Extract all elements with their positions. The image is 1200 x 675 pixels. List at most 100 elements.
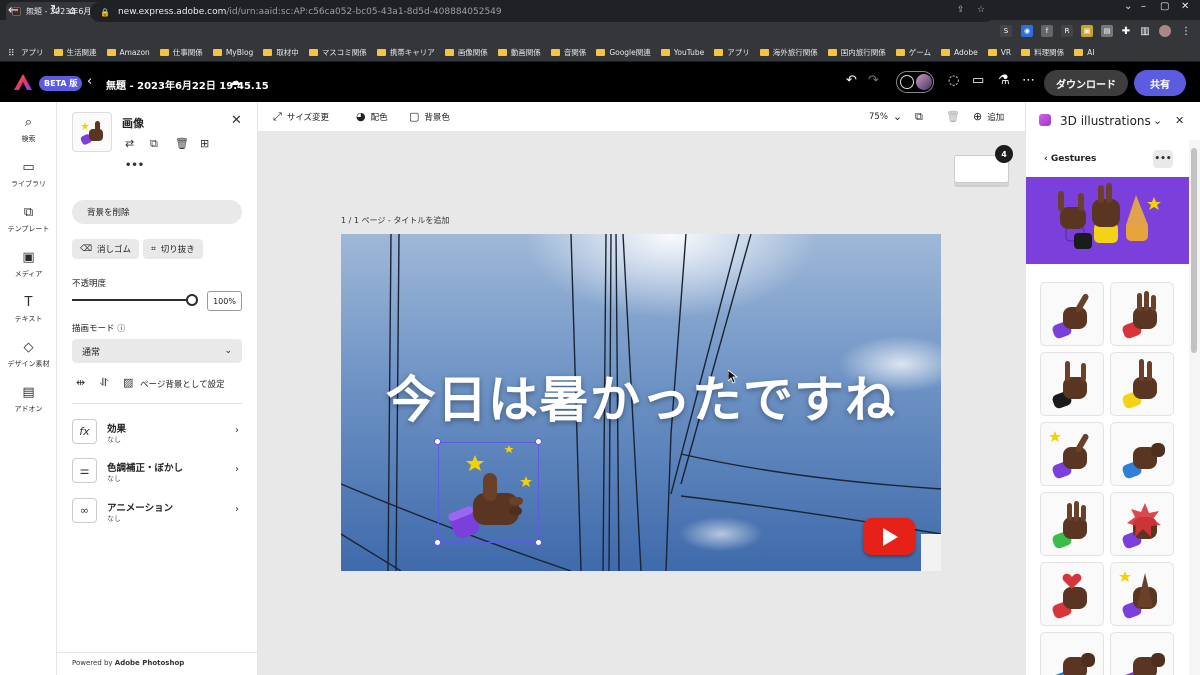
blend-mode-select[interactable]: 通常 ⌄ (72, 339, 242, 363)
bookmark-item[interactable]: VR (987, 48, 1011, 57)
undo-icon[interactable]: ↶ (846, 73, 857, 88)
bookmark-item[interactable]: MyBlog (212, 48, 253, 57)
flip-horizontal-icon[interactable]: ⇹ (76, 376, 85, 389)
rail-item-library[interactable]: ▭ ライブラリ (0, 160, 57, 189)
zoom-select[interactable]: 75% ⌄ (869, 110, 902, 123)
rail-item-media[interactable]: ▣ メディア (0, 250, 57, 279)
color-scheme-button[interactable]: ◕ 配色 (356, 110, 388, 123)
set-page-background-button[interactable]: ページ背景として設定 (140, 378, 225, 390)
gesture-tile[interactable] (1110, 562, 1174, 626)
tab-search-icon[interactable]: ⌄ (1124, 1, 1132, 12)
bookmark-item[interactable]: 画像関係 (444, 47, 488, 58)
home-icon[interactable]: ⌂ (69, 4, 76, 17)
background-color-button[interactable]: ▢ 背景色 (409, 110, 450, 123)
resize-handle-top-left[interactable] (434, 438, 441, 445)
gesture-tile[interactable] (1110, 632, 1174, 675)
document-title[interactable]: 無題 - 2023年6月22日 19.45.15 (106, 77, 269, 92)
bookmark-item[interactable]: 生活関連 (53, 47, 97, 58)
bookmark-item[interactable]: マスコミ関係 (308, 47, 367, 58)
bookmark-item[interactable]: 海外旅行関係 (759, 47, 818, 58)
gesture-tile[interactable] (1110, 282, 1174, 346)
bookmark-item[interactable]: Adobe (941, 48, 978, 57)
bookmark-star-icon[interactable]: ☆ (977, 5, 985, 15)
bookmark-item[interactable]: アプリ (714, 47, 750, 58)
download-button[interactable]: ダウンロード (1044, 70, 1128, 96)
page-title-label[interactable]: 1 / 1 ページ - タイトルを追加 (341, 215, 449, 226)
rail-item-addon[interactable]: ▤ アドオン (0, 385, 57, 414)
gesture-tile[interactable] (1040, 352, 1104, 416)
replace-image-icon[interactable]: ⇄ (125, 137, 134, 150)
bookmark-item[interactable]: 仕事関係 (159, 47, 203, 58)
opacity-slider-track[interactable] (72, 299, 192, 301)
resize-handle-top-right[interactable] (535, 438, 542, 445)
cloud-sync-icon[interactable]: ☁ (229, 74, 241, 88)
youtube-logo-icon[interactable] (863, 518, 915, 555)
reload-icon[interactable]: ↻ (50, 3, 61, 18)
address-bar[interactable]: 🔒 new.express.adobe.com/id/urn:aaid:sc:A… (90, 2, 995, 22)
gesture-tile[interactable] (1110, 422, 1174, 486)
chrome-menu-icon[interactable]: ⋮ (1180, 25, 1192, 37)
rail-item-design-assets[interactable]: ◇ デザイン素材 (0, 340, 57, 369)
extension-image-icon[interactable]: ▣ (1081, 25, 1093, 37)
bookmark-item[interactable]: ⠿ アプリ (8, 47, 44, 59)
sidepanel-icon[interactable]: ▥ (1139, 25, 1151, 37)
resize-handle-bottom-left[interactable] (434, 539, 441, 546)
add-page-button[interactable]: ⊕ 追加 (973, 110, 1004, 123)
bookmark-item[interactable]: 携帯キャリア (376, 47, 435, 58)
remove-background-button[interactable]: 背景を削除 (72, 200, 242, 224)
resize-button[interactable]: ⤢ サイズ変更 (273, 110, 329, 124)
share-button[interactable]: 共有 (1134, 70, 1186, 96)
bookmark-item[interactable]: 動画関係 (497, 47, 541, 58)
gesture-tile[interactable] (1110, 492, 1174, 556)
selection-box[interactable] (438, 442, 539, 543)
gesture-tile[interactable] (1040, 422, 1104, 486)
bookmark-item[interactable]: YouTube (660, 48, 704, 57)
extensions-puzzle-icon[interactable]: ✚ (1120, 25, 1132, 37)
delete-page-icon[interactable]: 🗑 (946, 110, 960, 123)
back-chevron-icon[interactable]: ‹ (87, 74, 92, 89)
gesture-tile[interactable] (1040, 492, 1104, 556)
minimize-window-icon[interactable]: – (1141, 1, 1146, 12)
close-panel-icon[interactable]: ✕ (231, 113, 242, 128)
lightbulb-icon[interactable]: ◌ (948, 73, 959, 88)
delete-icon[interactable]: 🗑 (175, 137, 189, 150)
bookmark-item[interactable]: ゲーム (895, 47, 931, 58)
collaborators-group[interactable] (896, 71, 934, 93)
gesture-tile[interactable] (1040, 282, 1104, 346)
resize-handle-bottom-right[interactable] (535, 539, 542, 546)
more-actions-icon[interactable]: ••• (125, 160, 144, 171)
flip-vertical-icon[interactable]: ⥯ (100, 376, 108, 390)
bookmark-item[interactable]: AI (1074, 48, 1094, 57)
bookmark-item[interactable]: Google関連 (596, 47, 651, 58)
profile-avatar[interactable] (1159, 25, 1171, 37)
back-arrow-icon[interactable]: ← (8, 3, 19, 18)
opacity-value-field[interactable]: 100% (207, 291, 242, 311)
extension-gray-icon[interactable]: ▤ (1101, 25, 1113, 37)
bookmark-item[interactable]: 取材中 (263, 47, 299, 58)
chevron-down-icon[interactable]: ⌄ (1153, 114, 1162, 127)
crop-button[interactable]: ⌗ 切り抜き (143, 239, 203, 259)
gestures-back-link[interactable]: ‹ Gestures (1044, 154, 1096, 164)
more-options-icon[interactable]: ⋯ (1022, 73, 1035, 88)
forward-arrow-icon[interactable]: → (29, 3, 40, 18)
lab-flask-icon[interactable]: ⚗ (998, 73, 1010, 88)
bookmark-item[interactable]: 料理関係 (1021, 47, 1064, 58)
bookmark-item[interactable]: 国内旅行関係 (827, 47, 886, 58)
gesture-tile[interactable] (1110, 352, 1174, 416)
assets-scrollbar-thumb[interactable] (1191, 148, 1197, 353)
gesture-tile[interactable] (1040, 562, 1104, 626)
redo-icon[interactable]: ↷ (868, 73, 879, 88)
pages-icon[interactable]: ⧉ (915, 110, 923, 124)
opacity-slider-handle[interactable] (186, 294, 198, 306)
headline-text[interactable]: 今日は暑かったですね (341, 360, 941, 432)
bookmark-item[interactable]: Amazon (106, 48, 150, 57)
adobe-express-logo-icon[interactable] (14, 74, 32, 90)
eraser-button[interactable]: ⌫ 消しゴム (72, 239, 140, 259)
rail-item-text[interactable]: T テキスト (0, 295, 57, 324)
arrange-icon[interactable]: ⊞ (200, 137, 209, 150)
share-page-icon[interactable]: ⇪ (957, 5, 965, 15)
maximize-window-icon[interactable]: ▢ (1160, 1, 1169, 12)
bookmark-item[interactable]: 音関係 (550, 47, 586, 58)
extension-blue-icon[interactable]: ◉ (1021, 25, 1033, 37)
duplicate-icon[interactable]: ⧉ (150, 137, 158, 151)
